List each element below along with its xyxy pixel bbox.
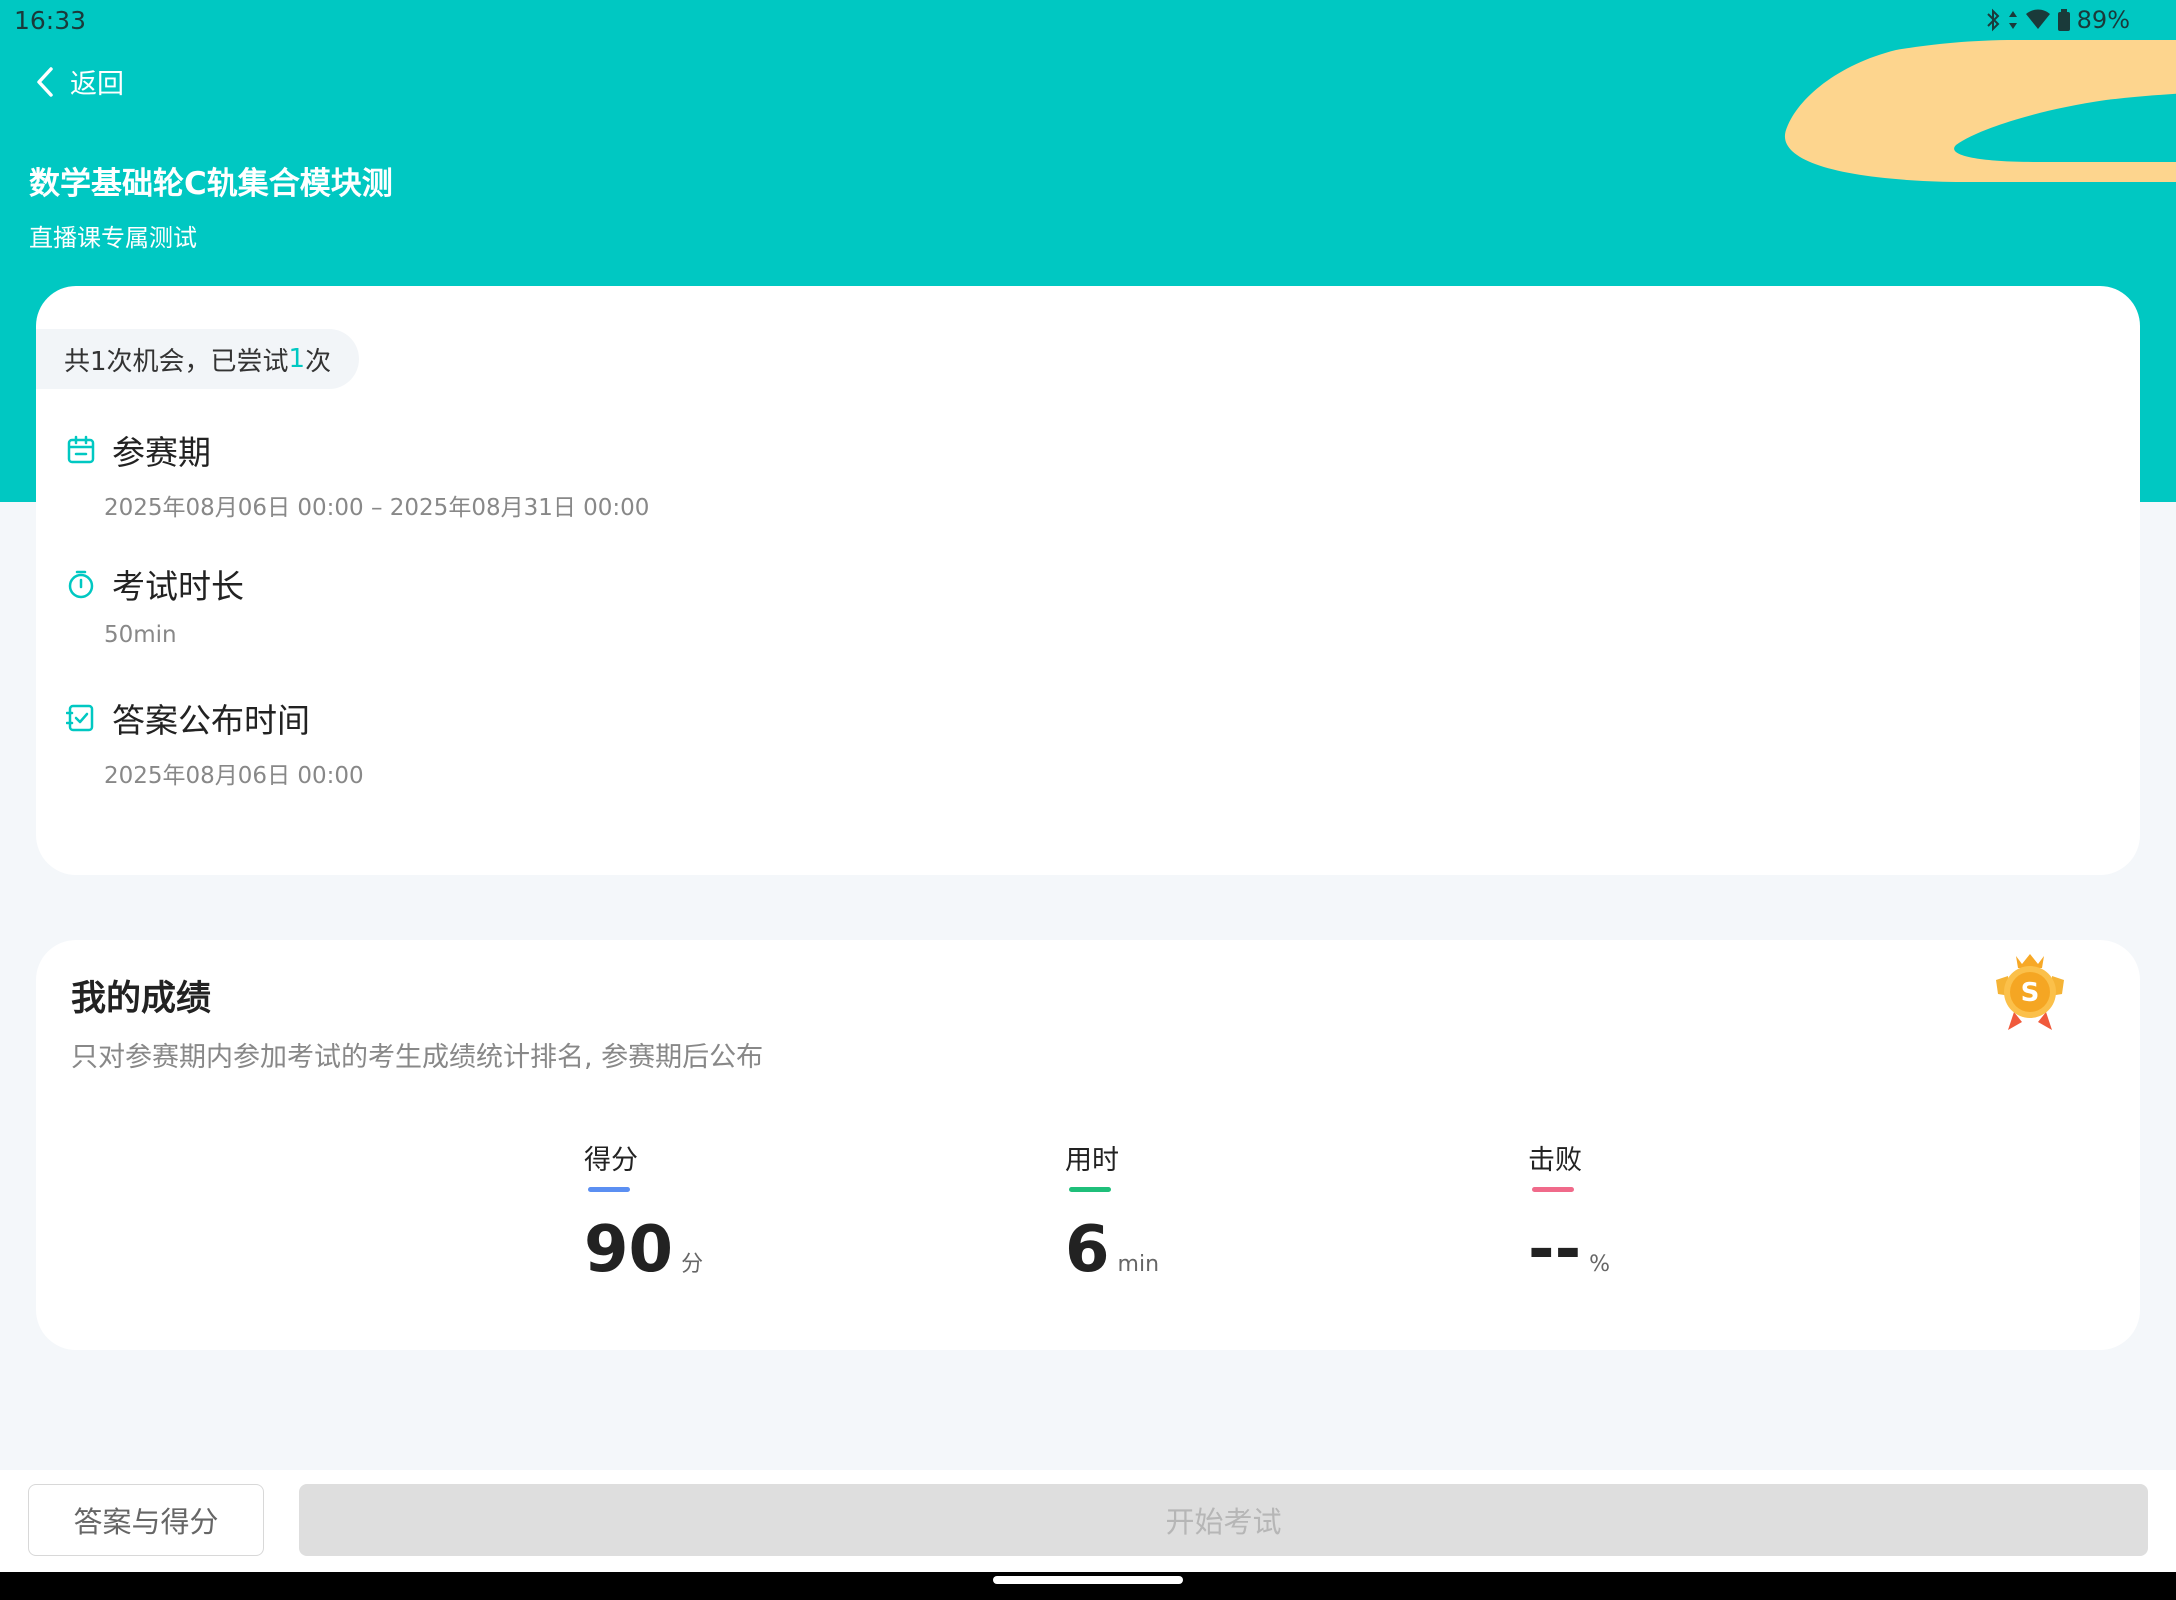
score-title: 我的成绩 (71, 979, 212, 1019)
info-row-period: 参赛期 (66, 426, 211, 474)
stat-number-time: 6 (1065, 1213, 1110, 1287)
medal-letter: S (2021, 978, 2040, 1008)
medal-icon: S (1996, 954, 2064, 1030)
score-description: 只对参赛期内参加考试的考生成绩统计排名, 参赛期后公布 (71, 1042, 764, 1073)
chevron-left-icon (37, 66, 53, 97)
info-label-duration: 考试时长 (112, 567, 244, 606)
stat-unit-score: 分 (681, 1252, 704, 1277)
start-exam-button[interactable]: 开始考试 (299, 1484, 2148, 1556)
bluetooth-icon (1986, 8, 2000, 32)
attempts-badge: 共1次机会，已尝试 1 次 (36, 329, 360, 389)
attempts-prefix: 共1次机会，已尝试 (64, 346, 289, 377)
stat-number-beat: -- (1528, 1213, 1582, 1287)
system-nav-bar (0, 1572, 2176, 1600)
info-value-duration: 50min (104, 622, 177, 648)
stat-unit-time: min (1117, 1252, 1160, 1277)
stopwatch-icon (68, 570, 94, 599)
battery-level: 89% (2076, 6, 2130, 34)
info-row-duration: 考试时长 (66, 560, 244, 608)
battery-icon (2057, 9, 2070, 31)
stat-label-score: 得分 (584, 1145, 638, 1176)
stat-unit-beat: % (1589, 1252, 1611, 1277)
status-icons: 89% (1985, 6, 2130, 34)
stat-bar-beat (1532, 1187, 1574, 1192)
back-label: 返回 (70, 69, 124, 100)
info-label-answer-release: 答案公布时间 (112, 701, 310, 740)
page-subtitle: 直播课专属测试 (29, 224, 197, 252)
attempts-suffix: 次 (305, 346, 332, 377)
my-score-card: 我的成绩 只对参赛期内参加考试的考生成绩统计排名, 参赛期后公布 S 得分 90… (36, 940, 2140, 1350)
stat-number-score: 90 (584, 1213, 674, 1287)
calendar-icon (67, 435, 95, 464)
data-arrows-icon (2008, 11, 2017, 29)
bottom-action-bar: 答案与得分 开始考试 (0, 1470, 2176, 1572)
attempts-count: 1 (288, 344, 306, 374)
home-handle[interactable] (993, 1576, 1183, 1584)
info-value-answer-release: 2025年08月06日 00:00 (104, 763, 364, 789)
stat-bar-time (1069, 1187, 1111, 1192)
stat-label-time: 用时 (1065, 1145, 1119, 1176)
info-row-answer-release: 答案公布时间 (66, 694, 310, 742)
info-value-period: 2025年08月06日 00:00 – 2025年08月31日 00:00 (104, 495, 650, 521)
stat-bar-score (588, 1187, 630, 1192)
status-bar: 16:33 89% (0, 0, 2176, 44)
page-title: 数学基础轮C轨集合模块测 (29, 166, 393, 202)
stat-beat: 击败 -- % (1528, 1138, 1610, 1282)
back-button[interactable]: 返回 (34, 62, 124, 101)
stat-value-score: 90 分 (584, 1218, 703, 1282)
stat-label-beat: 击败 (1528, 1145, 1582, 1176)
stat-value-beat: -- % (1528, 1218, 1610, 1282)
status-time: 16:33 (14, 6, 87, 35)
stat-time: 用时 6 min (1065, 1138, 1159, 1282)
info-label-period: 参赛期 (112, 433, 211, 472)
answers-and-score-button[interactable]: 答案与得分 (28, 1484, 264, 1556)
exam-info-card: 共1次机会，已尝试 1 次 参赛期 2025年08月06日 00:00 – 2025… (36, 286, 2140, 875)
wifi-icon (2025, 9, 2050, 29)
checklist-icon (66, 704, 94, 732)
stat-score: 得分 90 分 (584, 1138, 703, 1282)
stat-value-time: 6 min (1065, 1218, 1159, 1282)
header-decoration (1784, 40, 2176, 182)
